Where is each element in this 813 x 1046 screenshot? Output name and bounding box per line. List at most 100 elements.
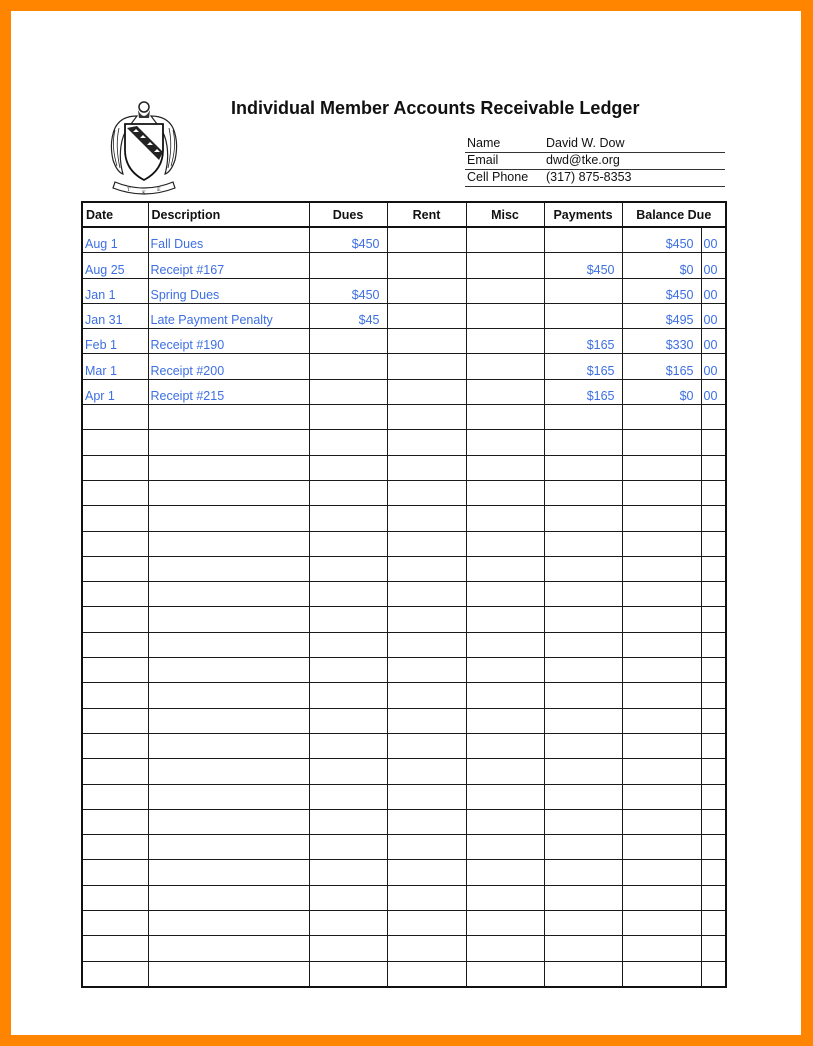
date-cell[interactable]: Jan 31 [81, 302, 149, 330]
description-cell[interactable] [147, 935, 310, 962]
description-cell[interactable] [147, 707, 310, 734]
payments-cell[interactable] [543, 808, 623, 836]
misc-cell[interactable] [465, 657, 545, 684]
date-cell[interactable] [81, 454, 149, 481]
payments-cell[interactable] [543, 505, 623, 532]
balance-cents-cell[interactable]: 00 [700, 328, 727, 355]
date-cell[interactable] [81, 530, 149, 557]
date-cell[interactable] [81, 429, 149, 456]
description-cell[interactable] [147, 758, 310, 785]
balance-cents-cell[interactable] [700, 910, 727, 937]
misc-cell[interactable] [465, 884, 545, 912]
description-cell[interactable] [147, 555, 310, 583]
rent-cell[interactable] [386, 631, 467, 659]
payments-cell[interactable] [543, 606, 623, 633]
description-cell[interactable] [147, 479, 310, 507]
rent-cell[interactable] [386, 429, 467, 456]
description-cell[interactable] [147, 859, 310, 886]
payments-cell[interactable] [543, 454, 623, 481]
balance-cell[interactable]: $495 [621, 302, 702, 330]
misc-cell[interactable] [465, 960, 545, 988]
payments-cell[interactable] [543, 226, 623, 254]
balance-cell[interactable] [621, 758, 702, 785]
balance-cents-cell[interactable] [700, 707, 727, 734]
balance-cell[interactable]: $0 [621, 378, 702, 406]
description-cell[interactable] [147, 834, 310, 861]
misc-cell[interactable] [465, 758, 545, 785]
payments-cell[interactable]: $165 [543, 353, 623, 380]
misc-cell[interactable] [465, 252, 545, 279]
balance-cents-cell[interactable]: 00 [700, 226, 727, 254]
balance-cell[interactable] [621, 682, 702, 709]
rent-cell[interactable] [386, 530, 467, 557]
payments-cell[interactable] [543, 682, 623, 709]
date-cell[interactable] [81, 505, 149, 532]
date-cell[interactable] [81, 758, 149, 785]
balance-cents-cell[interactable] [700, 732, 727, 760]
dues-cell[interactable]: $45 [308, 302, 388, 330]
balance-cell[interactable] [621, 631, 702, 659]
misc-cell[interactable] [465, 732, 545, 760]
balance-cents-cell[interactable] [700, 758, 727, 785]
balance-cents-cell[interactable] [700, 555, 727, 583]
date-cell[interactable] [81, 808, 149, 836]
dues-cell[interactable] [308, 404, 388, 431]
balance-cents-cell[interactable] [700, 808, 727, 836]
balance-cents-cell[interactable] [700, 581, 727, 608]
payments-cell[interactable]: $450 [543, 252, 623, 279]
misc-cell[interactable] [465, 353, 545, 380]
misc-cell[interactable] [465, 910, 545, 937]
balance-cents-cell[interactable] [700, 479, 727, 507]
misc-cell[interactable] [465, 783, 545, 810]
balance-cents-cell[interactable] [700, 935, 727, 962]
misc-cell[interactable] [465, 682, 545, 709]
dues-cell[interactable] [308, 252, 388, 279]
balance-cents-cell[interactable]: 00 [700, 378, 727, 406]
dues-cell[interactable]: $450 [308, 277, 388, 304]
balance-cell[interactable] [621, 429, 702, 456]
description-cell[interactable]: Receipt #190 [147, 328, 310, 355]
misc-cell[interactable] [465, 328, 545, 355]
dues-cell[interactable] [308, 682, 388, 709]
misc-cell[interactable] [465, 606, 545, 633]
misc-cell[interactable] [465, 530, 545, 557]
payments-cell[interactable] [543, 429, 623, 456]
date-cell[interactable] [81, 657, 149, 684]
balance-cell[interactable] [621, 555, 702, 583]
description-cell[interactable] [147, 530, 310, 557]
misc-cell[interactable] [465, 834, 545, 861]
misc-cell[interactable] [465, 859, 545, 886]
balance-cell[interactable] [621, 910, 702, 937]
misc-cell[interactable] [465, 277, 545, 304]
description-cell[interactable]: Receipt #200 [147, 353, 310, 380]
misc-cell[interactable] [465, 429, 545, 456]
description-cell[interactable] [147, 581, 310, 608]
misc-cell[interactable] [465, 226, 545, 254]
description-cell[interactable] [147, 732, 310, 760]
dues-cell[interactable]: $450 [308, 226, 388, 254]
dues-cell[interactable] [308, 960, 388, 988]
date-cell[interactable]: Apr 1 [81, 378, 149, 406]
balance-cents-cell[interactable] [700, 783, 727, 810]
payments-cell[interactable] [543, 935, 623, 962]
balance-cell[interactable] [621, 783, 702, 810]
description-cell[interactable] [147, 682, 310, 709]
misc-cell[interactable] [465, 935, 545, 962]
rent-cell[interactable] [386, 884, 467, 912]
date-cell[interactable]: Jan 1 [81, 277, 149, 304]
rent-cell[interactable] [386, 404, 467, 431]
payments-cell[interactable] [543, 859, 623, 886]
balance-cents-cell[interactable]: 00 [700, 302, 727, 330]
misc-cell[interactable] [465, 302, 545, 330]
balance-cents-cell[interactable] [700, 454, 727, 481]
date-cell[interactable] [81, 606, 149, 633]
rent-cell[interactable] [386, 328, 467, 355]
date-cell[interactable]: Mar 1 [81, 353, 149, 380]
balance-cell[interactable] [621, 808, 702, 836]
rent-cell[interactable] [386, 353, 467, 380]
dues-cell[interactable] [308, 935, 388, 962]
description-cell[interactable] [147, 505, 310, 532]
balance-cell[interactable] [621, 530, 702, 557]
rent-cell[interactable] [386, 479, 467, 507]
payments-cell[interactable] [543, 657, 623, 684]
